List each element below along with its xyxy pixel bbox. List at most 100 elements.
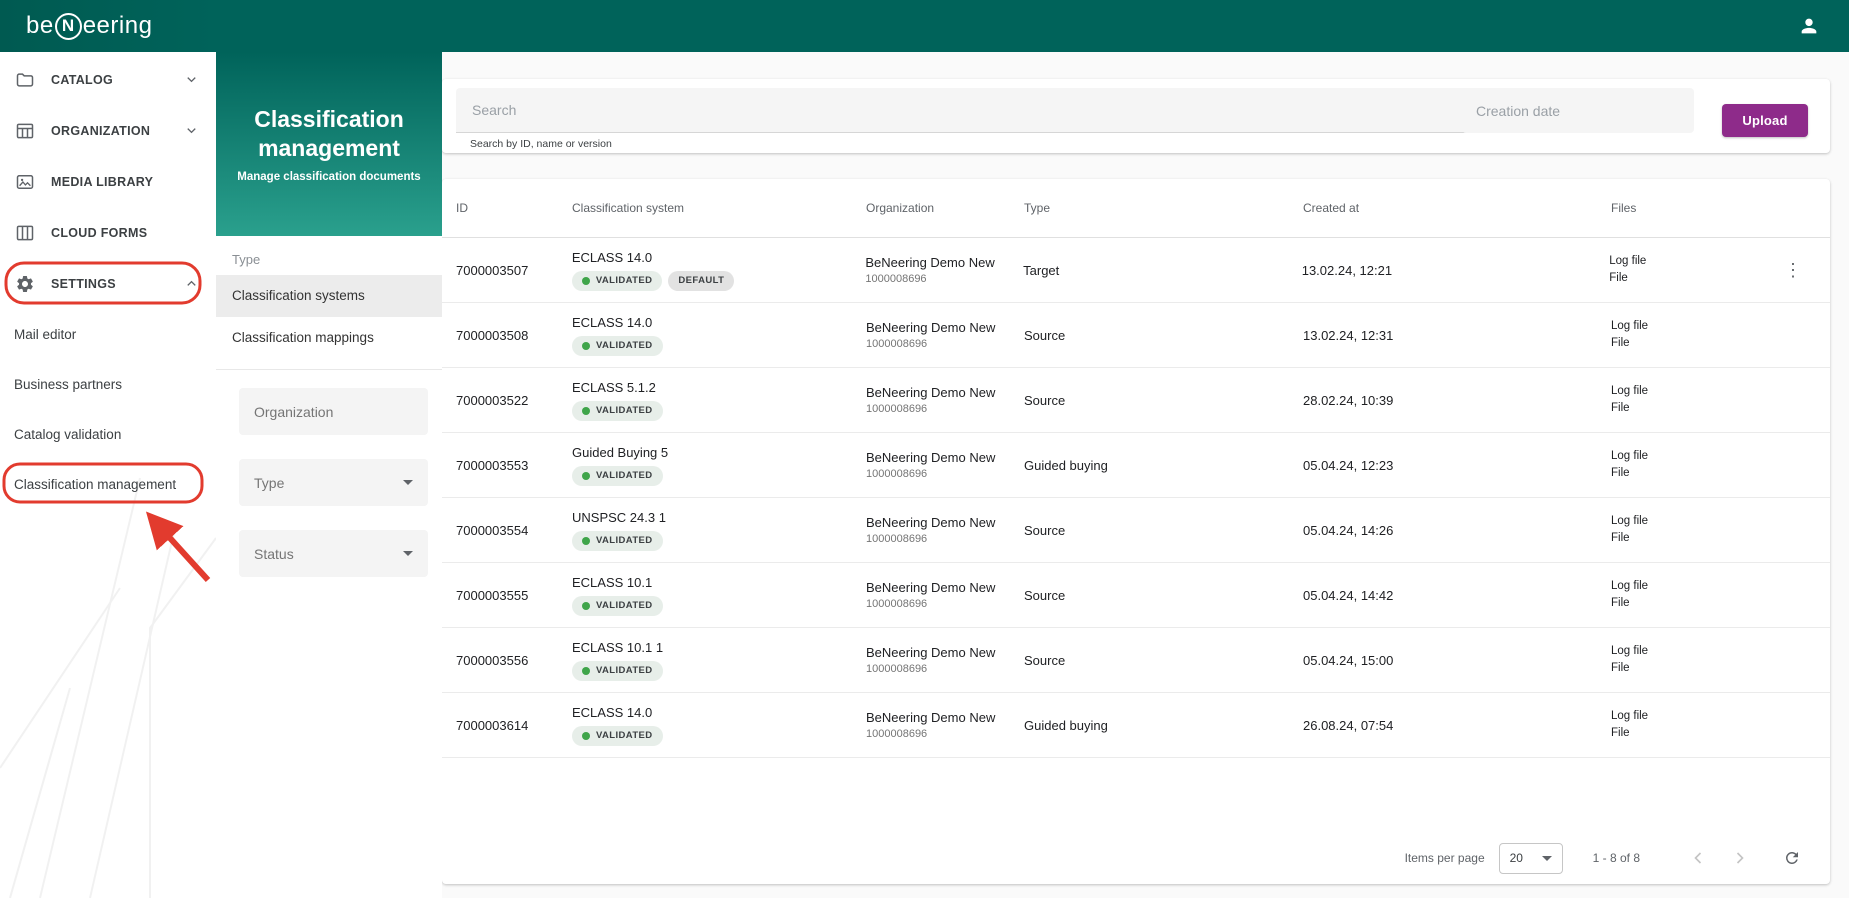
filters: Organization Type Status <box>216 370 442 577</box>
organization-id: 1000008696 <box>866 468 928 480</box>
file-link[interactable]: File <box>1611 400 1770 417</box>
sidebar-item-catalog-validation[interactable]: Catalog validation <box>0 409 216 459</box>
row-organization: BeNeering Demo New 1000008696 <box>865 255 1023 285</box>
classification-system-name: ECLASS 10.1 1 <box>572 639 664 655</box>
sidebar-item-classification-management[interactable]: Classification management <box>0 459 216 509</box>
page-title: Classification management <box>254 106 404 161</box>
row-id: 7000003522 <box>456 392 529 408</box>
row-files: Log file File <box>1609 253 1778 288</box>
organization-name: BeNeering Demo New <box>866 645 996 660</box>
log-file-link[interactable]: Log file <box>1611 643 1770 660</box>
log-file-link[interactable]: Log file <box>1611 513 1770 530</box>
organization-id: 1000008696 <box>866 533 928 545</box>
row-created-at: 26.08.24, 07:54 <box>1303 717 1394 733</box>
log-file-link[interactable]: Log file <box>1611 448 1770 465</box>
validated-badge: VALIDATED <box>572 595 663 616</box>
status-dot <box>582 536 590 545</box>
sidebar-item-label: SETTINGS <box>51 276 116 291</box>
creation-date-input[interactable] <box>1462 88 1694 133</box>
log-file-link[interactable]: Log file <box>1611 578 1770 595</box>
file-link[interactable]: File <box>1611 530 1770 547</box>
validated-badge: VALIDATED <box>572 725 663 746</box>
organization-id: 1000008696 <box>866 338 928 350</box>
validated-badge: VALIDATED <box>572 335 663 356</box>
sidebar-item-business-partners[interactable]: Business partners <box>0 359 216 409</box>
file-link[interactable]: File <box>1611 335 1770 352</box>
column-header-organization: Organization <box>866 201 935 215</box>
validated-badge: VALIDATED <box>572 660 663 681</box>
page-size-select[interactable]: 20 <box>1498 842 1563 874</box>
classification-system-name: ECLASS 14.0 <box>571 249 653 265</box>
page-size-value: 20 <box>1509 851 1523 865</box>
column-header-classification-system: Classification system <box>572 201 685 215</box>
file-link[interactable]: File <box>1611 595 1770 612</box>
validated-badge: VALIDATED <box>572 530 663 551</box>
chevron-left-icon <box>1694 852 1702 864</box>
row-system: Guided Buying 5 VALIDATED <box>572 445 866 486</box>
row-type: Guided buying <box>1024 457 1108 473</box>
chevron-down-icon <box>184 72 200 88</box>
row-system: ECLASS 14.0 VALIDATED <box>572 705 866 746</box>
sidebar-item-media-library[interactable]: MEDIA LIBRARY <box>0 156 216 207</box>
folder-icon <box>15 69 37 91</box>
organization-filter-input[interactable]: Organization <box>239 388 428 435</box>
table-row[interactable]: 7000003553 Guided Buying 5 VALIDATED BeN… <box>442 433 1830 498</box>
log-file-link[interactable]: Log file <box>1611 318 1770 335</box>
sidebar-item-label: CLOUD FORMS <box>51 225 148 240</box>
table-row[interactable]: 7000003522 ECLASS 5.1.2 VALIDATED BeNeer… <box>442 368 1830 433</box>
log-file-link[interactable]: Log file <box>1611 383 1770 400</box>
row-system: ECLASS 5.1.2 VALIDATED <box>572 380 866 421</box>
file-link[interactable]: File <box>1611 725 1770 742</box>
file-link[interactable]: File <box>1609 270 1768 287</box>
sidebar-item-settings[interactable]: SETTINGS <box>0 258 216 309</box>
file-link[interactable]: File <box>1611 660 1770 677</box>
row-created-at: 05.04.24, 12:23 <box>1303 457 1394 473</box>
previous-page-button[interactable] <box>1684 844 1712 872</box>
table-row[interactable]: 7000003555 ECLASS 10.1 VALIDATED BeNeeri… <box>442 563 1830 628</box>
organization-name: BeNeering Demo New <box>866 385 996 400</box>
sidebar-subitem-label: Catalog validation <box>14 426 122 442</box>
chevron-down-icon <box>184 123 200 139</box>
log-file-link[interactable]: Log file <box>1611 708 1770 725</box>
row-id: 7000003555 <box>456 587 529 603</box>
type-filter-select[interactable]: Type <box>239 459 428 506</box>
status-dot <box>582 601 590 610</box>
table-header: ID Classification system Organization Ty… <box>442 179 1830 238</box>
columns-icon <box>15 222 37 244</box>
badge-label: VALIDATED <box>595 275 653 286</box>
search-input[interactable] <box>456 88 1468 133</box>
file-link[interactable]: File <box>1611 465 1770 482</box>
sidebar-item-mail-editor[interactable]: Mail editor <box>0 309 216 359</box>
sidebar-subitem-label: Classification management <box>14 476 177 492</box>
row-system: UNSPSC 24.3 1 VALIDATED <box>572 510 866 551</box>
classification-system-name: ECLASS 14.0 <box>572 314 653 330</box>
badge-label: VALIDATED <box>596 600 653 611</box>
account-button[interactable] <box>1795 12 1823 40</box>
refresh-button[interactable] <box>1778 844 1806 872</box>
table-row[interactable]: 7000003554 UNSPSC 24.3 1 VALIDATED BeNee… <box>442 498 1830 563</box>
status-dot <box>582 731 590 740</box>
chevron-up-icon <box>184 276 200 292</box>
nav-classification-systems[interactable]: Classification systems <box>216 275 442 317</box>
status-filter-select[interactable]: Status <box>239 530 428 577</box>
row-type: Source <box>1024 522 1066 538</box>
sidebar-item-catalog[interactable]: CATALOG <box>0 54 216 105</box>
dropdown-caret-icon <box>403 551 413 556</box>
log-file-link[interactable]: Log file <box>1609 253 1768 270</box>
table-row[interactable]: 7000003614 ECLASS 14.0 VALIDATED BeNeeri… <box>442 693 1830 758</box>
search-hint: Search by ID, name or version <box>470 138 612 150</box>
next-page-button[interactable] <box>1726 844 1754 872</box>
row-actions-menu-icon[interactable]: ⋮ <box>1778 257 1808 283</box>
row-type: Guided buying <box>1024 717 1108 733</box>
row-id: 7000003556 <box>456 652 529 668</box>
sidebar-item-label: MEDIA LIBRARY <box>51 174 154 189</box>
sidebar-item-cloud-forms[interactable]: CLOUD FORMS <box>0 207 216 258</box>
nav-classification-mappings[interactable]: Classification mappings <box>216 317 442 359</box>
table-row[interactable]: 7000003507 ECLASS 14.0 VALIDATED DEFAULT… <box>442 238 1830 303</box>
upload-button[interactable]: Upload <box>1722 104 1808 137</box>
sidebar-item-organization[interactable]: ORGANIZATION <box>0 105 216 156</box>
table-row[interactable]: 7000003508 ECLASS 14.0 VALIDATED BeNeeri… <box>442 303 1830 368</box>
sidebar: CATALOG ORGANIZATION MEDIA LIBRARY CLOUD… <box>0 52 216 898</box>
validated-badge: VALIDATED <box>572 465 663 486</box>
table-row[interactable]: 7000003556 ECLASS 10.1 1 VALIDATED BeNee… <box>442 628 1830 693</box>
